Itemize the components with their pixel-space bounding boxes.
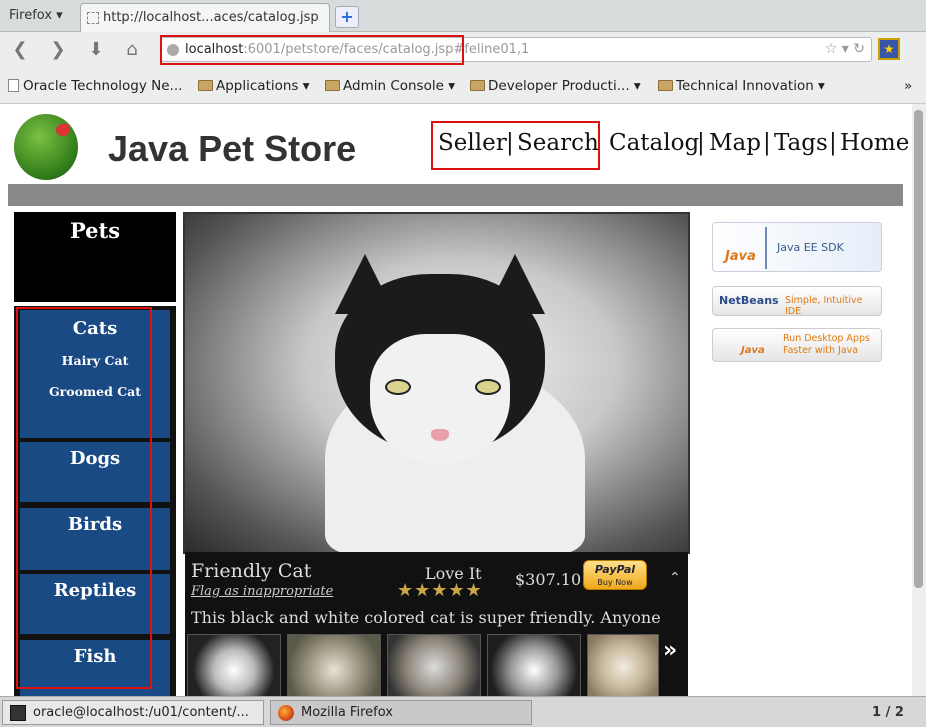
- ad-text: Run Desktop Apps Faster with Java: [783, 333, 870, 356]
- bookmark-developer[interactable]: Developer Producti... ▾: [470, 78, 641, 94]
- pets-header: Pets: [14, 212, 176, 302]
- java-logo-icon: Java: [741, 345, 765, 356]
- product-price: $307.10: [515, 570, 582, 589]
- next-thumbnails-icon[interactable]: »: [663, 638, 677, 663]
- cat-face: [370, 334, 510, 464]
- product-description: This black and white colored cat is supe…: [191, 608, 661, 627]
- url-actions-icon[interactable]: ☆ ▾ ↻: [825, 41, 865, 57]
- web-page: Java Pet Store Seller | Search Catalog |…: [0, 104, 912, 696]
- bookmark-technical[interactable]: Technical Innovation ▾: [658, 78, 825, 94]
- url-host: localhost: [185, 42, 244, 57]
- collapse-icon[interactable]: ⌃: [669, 570, 681, 586]
- taskbar: oracle@localhost:/u01/content/... Mozill…: [0, 696, 926, 727]
- terminal-icon: [10, 705, 26, 721]
- product-name: Friendly Cat: [191, 560, 312, 582]
- workspace-pager[interactable]: 1 / 2: [872, 705, 904, 720]
- nav-separator: |: [697, 130, 705, 156]
- globe-icon: [167, 44, 179, 56]
- category-fish[interactable]: Fish: [20, 640, 170, 696]
- thumbnail[interactable]: [287, 634, 381, 696]
- nav-separator: |: [763, 130, 771, 156]
- url-bar[interactable]: localhost:6001/petstore/faces/catalog.js…: [160, 37, 872, 62]
- ad-text: Simple, Intuitive IDE: [785, 295, 863, 317]
- folder-icon: [198, 80, 213, 91]
- ad-java-ee-sdk[interactable]: Java Java EE SDK: [712, 222, 882, 272]
- ad-netbeans[interactable]: NetBeans Simple, Intuitive IDE: [712, 286, 882, 317]
- nav-separator: |: [829, 130, 837, 156]
- tab-bar: Firefox ▾ http://localhost...aces/catalo…: [0, 0, 926, 32]
- nav-home[interactable]: Home: [840, 130, 909, 156]
- header-divider: [8, 184, 903, 206]
- subcategory-hairy-cat[interactable]: Hairy Cat: [20, 353, 170, 368]
- paypal-buy-button[interactable]: PayPal Buy Now: [583, 560, 647, 590]
- folder-icon: [658, 80, 673, 91]
- forward-icon[interactable]: ❯: [44, 37, 72, 63]
- category-cats[interactable]: Cats Hairy Cat Groomed Cat: [20, 310, 170, 438]
- ad-text: Java EE SDK: [777, 241, 844, 254]
- page-icon: [8, 79, 19, 92]
- folder-icon: [470, 80, 485, 91]
- download-icon[interactable]: ⬇: [82, 37, 110, 63]
- cat-nose: [431, 429, 449, 441]
- firefox-menu-button[interactable]: Firefox ▾: [4, 5, 70, 27]
- page-icon: [87, 12, 99, 24]
- thumbnail[interactable]: [187, 634, 281, 696]
- cat-eye: [475, 379, 501, 395]
- bookmarks-overflow-icon[interactable]: »: [904, 78, 912, 94]
- nav-catalog[interactable]: Catalog: [609, 130, 699, 156]
- scrollbar-thumb[interactable]: [914, 110, 923, 588]
- url-path: :6001/petstore/faces/catalog.jsp#feline0…: [243, 42, 530, 57]
- nav-tags[interactable]: Tags: [774, 130, 828, 156]
- back-icon[interactable]: ❮: [6, 37, 34, 63]
- bookmark-admin-console[interactable]: Admin Console ▾: [325, 78, 455, 94]
- bookmarks-toolbar: Oracle Technology Ne... Applications ▾ A…: [0, 68, 926, 104]
- bookmark-star-icon[interactable]: ★: [878, 38, 900, 60]
- category-birds[interactable]: Birds: [20, 508, 170, 570]
- tab-catalog[interactable]: http://localhost...aces/catalog.jsp: [80, 3, 330, 32]
- ad-divider: [765, 227, 767, 269]
- thumbnail-strip: »: [185, 630, 688, 696]
- nav-search[interactable]: Search: [517, 130, 599, 156]
- nav-seller[interactable]: Seller: [438, 130, 507, 156]
- task-terminal[interactable]: oracle@localhost:/u01/content/...: [2, 700, 264, 725]
- flag-inappropriate-link[interactable]: Flag as inappropriate: [191, 584, 333, 599]
- rating-stars[interactable]: ★★★★★: [397, 580, 483, 601]
- site-title: Java Pet Store: [108, 128, 357, 169]
- nav-map[interactable]: Map: [709, 130, 761, 156]
- java-logo-icon: Java: [725, 249, 756, 264]
- firefox-icon: [278, 705, 294, 721]
- folder-icon: [325, 80, 340, 91]
- product-info-bar: Friendly Cat Flag as inappropriate Love …: [185, 552, 688, 630]
- product-image[interactable]: [183, 212, 690, 554]
- ad-desktop-java[interactable]: Java Run Desktop Apps Faster with Java: [712, 328, 882, 362]
- category-label[interactable]: Cats: [20, 318, 170, 339]
- cat-eye: [385, 379, 411, 395]
- task-firefox[interactable]: Mozilla Firefox: [270, 700, 532, 725]
- category-reptiles[interactable]: Reptiles: [20, 574, 170, 634]
- thumbnail[interactable]: [487, 634, 581, 696]
- home-icon[interactable]: ⌂: [118, 37, 146, 63]
- parrot-logo[interactable]: [14, 114, 78, 180]
- tab-title: http://localhost...aces/catalog.jsp: [103, 10, 319, 25]
- netbeans-logo-icon: NetBeans: [719, 294, 779, 307]
- bookmark-oracle[interactable]: Oracle Technology Ne...: [8, 78, 182, 94]
- category-dogs[interactable]: Dogs: [20, 442, 170, 502]
- nav-separator: |: [506, 130, 514, 156]
- thumbnail[interactable]: [587, 634, 659, 696]
- thumbnail[interactable]: [387, 634, 481, 696]
- subcategory-groomed-cat[interactable]: Groomed Cat: [20, 384, 170, 399]
- bookmark-applications[interactable]: Applications ▾: [198, 78, 310, 94]
- new-tab-button[interactable]: +: [335, 6, 359, 28]
